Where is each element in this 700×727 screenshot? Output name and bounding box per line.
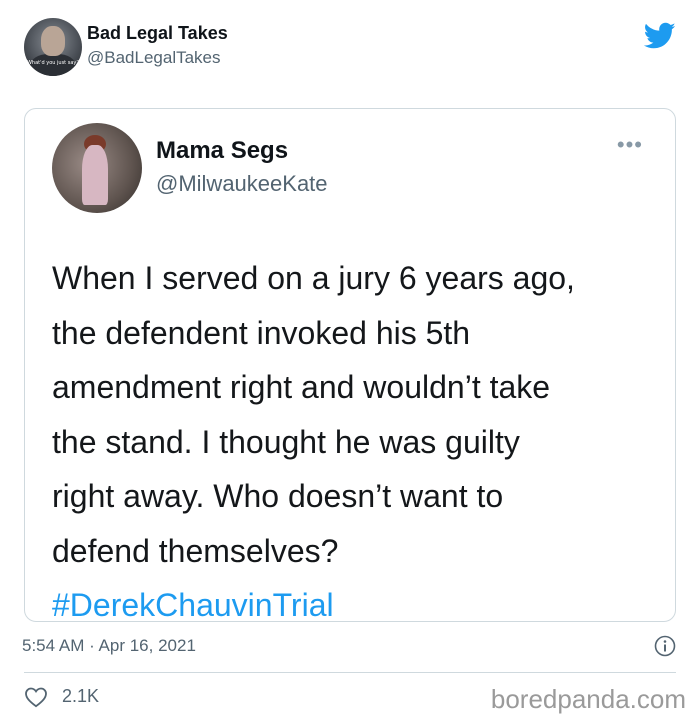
info-circle-icon[interactable] xyxy=(654,635,676,657)
more-dots-icon[interactable]: ••• xyxy=(617,134,643,156)
divider xyxy=(24,672,676,673)
outer-avatar[interactable]: What'd you just say? xyxy=(24,18,82,76)
outer-display-name[interactable]: Bad Legal Takes xyxy=(87,23,228,44)
watermark: boredpanda.com xyxy=(490,684,686,714)
avatar-figure xyxy=(82,145,108,205)
tweet-body-line: amendment right and wouldn’t take xyxy=(52,369,551,405)
tweet-body-line: the stand. I thought he was guilty xyxy=(52,423,520,460)
tweet-body-line: the defendent invoked his 5th xyxy=(52,314,471,351)
outer-handle[interactable]: @BadLegalTakes xyxy=(87,48,221,68)
twitter-bird-icon[interactable] xyxy=(644,22,676,50)
tweet-body-line: right away. Who doesn’t want to xyxy=(52,478,504,514)
quoted-tweet-card[interactable]: Mama Segs @MilwaukeeKate ••• When I serv… xyxy=(24,108,676,623)
heart-outline-icon[interactable] xyxy=(24,686,48,708)
outer-tweet-header: What'd you just say? Bad Legal Takes @Ba… xyxy=(24,18,676,78)
tweet-body-line: When I served on a jury 6 years ago, xyxy=(52,260,575,296)
tweet-timestamp[interactable]: 5:54 AM · Apr 16, 2021 xyxy=(22,636,196,656)
like-count[interactable]: 2.1K xyxy=(62,686,99,707)
quoted-display-name[interactable]: Mama Segs xyxy=(156,137,288,165)
hashtag-link[interactable]: #DerekChauvinTrial xyxy=(52,578,652,633)
avatar-face xyxy=(41,26,65,56)
tweet-body: When I served on a jury 6 years ago, the… xyxy=(52,251,652,633)
quoted-avatar[interactable] xyxy=(52,123,142,213)
quoted-handle[interactable]: @MilwaukeeKate xyxy=(156,171,328,197)
avatar-caption: What'd you just say? xyxy=(26,60,80,66)
tweet-body-line: defend themselves? xyxy=(52,532,339,569)
